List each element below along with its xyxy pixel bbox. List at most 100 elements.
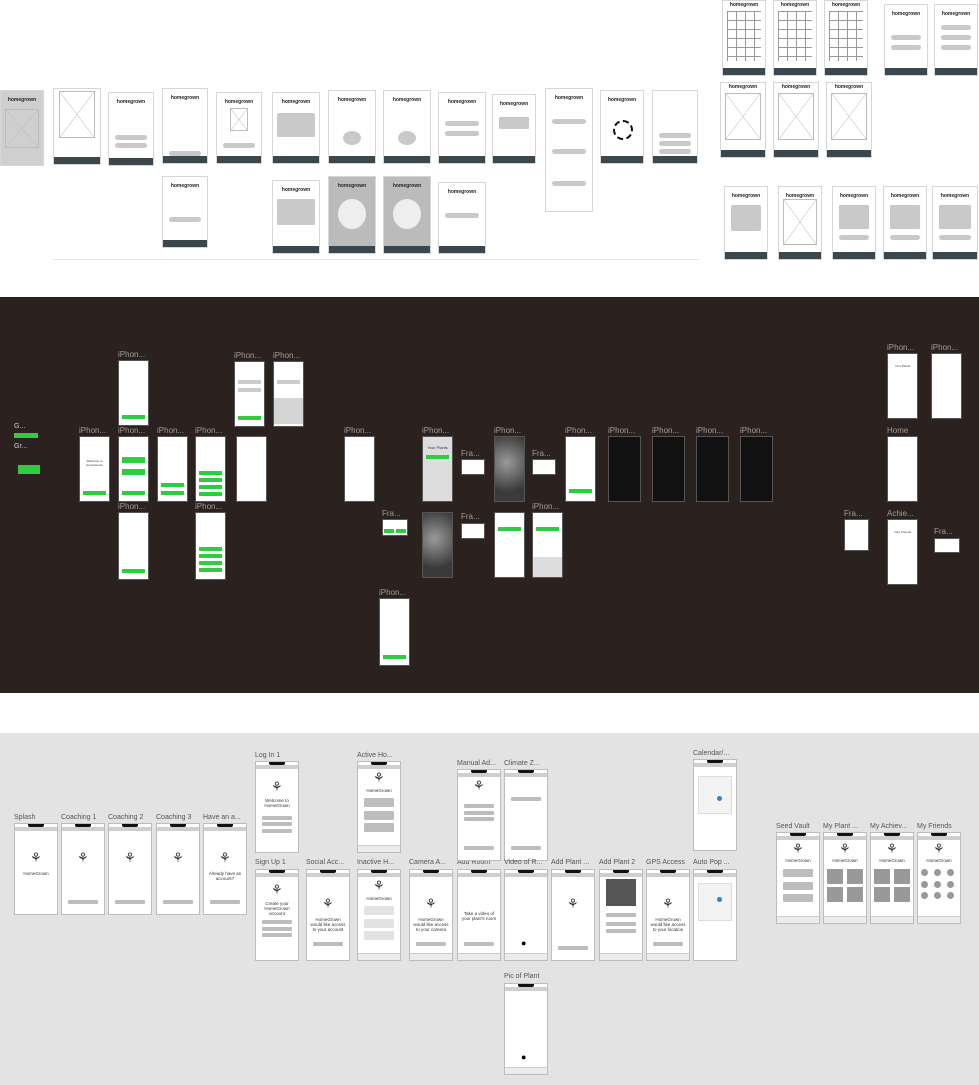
screen-auto-pop[interactable]: [693, 869, 737, 961]
iphone-frame[interactable]: [195, 436, 226, 502]
green-button[interactable]: [198, 485, 223, 489]
select-field[interactable]: [464, 810, 494, 815]
wireframe-lower-1[interactable]: homegrown: [724, 186, 768, 260]
wireframe-camera[interactable]: homegrown: [328, 176, 376, 254]
green-button[interactable]: [198, 568, 223, 572]
iphone-frame[interactable]: [118, 360, 149, 426]
iphone-frame[interactable]: Your Plants: [422, 436, 453, 502]
allow-button[interactable]: [653, 942, 683, 946]
green-button[interactable]: [198, 561, 223, 565]
wireframe-list-2[interactable]: homegrown: [438, 182, 486, 254]
wireframe-text-2[interactable]: homegrown: [272, 180, 320, 254]
wireframe-detail-1[interactable]: homegrown: [720, 82, 766, 158]
select-field[interactable]: [464, 804, 494, 809]
badge-tile[interactable]: [893, 887, 910, 903]
login-button[interactable]: [210, 900, 240, 904]
menu-button[interactable]: [364, 918, 394, 928]
iphone-frame[interactable]: [494, 436, 525, 502]
play-button[interactable]: [18, 465, 40, 474]
iphone-frame[interactable]: [157, 436, 188, 502]
allow-button[interactable]: [416, 942, 446, 946]
login-button[interactable]: [262, 828, 292, 833]
screen-calendar[interactable]: [693, 759, 737, 851]
friend-avatar[interactable]: [921, 892, 929, 900]
green-button[interactable]: [383, 529, 395, 533]
wireframe-grid-1[interactable]: homegrown: [722, 0, 766, 76]
green-button[interactable]: [198, 478, 223, 482]
screen-coaching-2[interactable]: ⚘: [108, 823, 152, 915]
component-label[interactable]: Gr...: [14, 443, 27, 450]
green-button[interactable]: [568, 489, 593, 493]
screen-gps-access[interactable]: ⚘ HomeGrown would like access to your lo…: [646, 869, 690, 961]
menu-button[interactable]: [364, 931, 394, 941]
iphone-frame[interactable]: [118, 436, 149, 502]
iphone-frame[interactable]: [608, 436, 641, 502]
next-button[interactable]: [115, 900, 145, 904]
camera-icon[interactable]: ●: [521, 1052, 526, 1062]
iphone-frame[interactable]: [422, 512, 453, 578]
popup-frame[interactable]: [461, 523, 485, 539]
green-button[interactable]: [382, 655, 407, 659]
button[interactable]: [552, 181, 586, 186]
badge-tile[interactable]: [893, 869, 910, 885]
button[interactable]: [169, 217, 201, 222]
green-button[interactable]: [160, 483, 185, 487]
friend-avatar[interactable]: [934, 869, 942, 876]
button[interactable]: [445, 121, 479, 126]
select-field[interactable]: [464, 816, 494, 821]
next-button[interactable]: [68, 900, 98, 904]
button[interactable]: [940, 35, 972, 40]
green-button[interactable]: [497, 527, 522, 531]
green-button[interactable]: [535, 527, 560, 531]
tab-bar[interactable]: [871, 916, 913, 923]
calendar-grid[interactable]: [698, 776, 732, 815]
toggle-row[interactable]: [606, 922, 636, 927]
green-button[interactable]: [160, 491, 185, 495]
tab-bar[interactable]: [777, 916, 819, 923]
tab-bar[interactable]: [505, 1067, 547, 1074]
button[interactable]: [276, 380, 301, 384]
screen-manual-add[interactable]: ⚘: [457, 769, 501, 861]
plant-tile[interactable]: [846, 869, 863, 885]
tab-bar[interactable]: [505, 953, 547, 960]
wireframe-menu-2[interactable]: homegrown: [934, 4, 978, 76]
iphone-frame[interactable]: [344, 436, 375, 502]
wireframe-loading[interactable]: homegrown: [600, 90, 644, 164]
wireframe-grid-3[interactable]: homegrown: [824, 0, 868, 76]
iphone-frame[interactable]: [379, 598, 410, 666]
button[interactable]: [940, 45, 972, 50]
button[interactable]: [115, 143, 147, 148]
iphone-frame[interactable]: [273, 361, 304, 427]
button[interactable]: [889, 235, 921, 240]
green-button[interactable]: [198, 471, 223, 475]
wireframe-social[interactable]: homegrown: [216, 92, 262, 164]
select-field[interactable]: [511, 797, 541, 801]
popup-frame[interactable]: [934, 538, 960, 553]
add-button[interactable]: [464, 846, 494, 850]
iphone-frame[interactable]: [234, 361, 265, 427]
green-button[interactable]: [121, 415, 146, 419]
screen-add-room[interactable]: Take a video of your plant's room: [457, 869, 501, 961]
iphone-frame[interactable]: [494, 512, 525, 578]
menu-button[interactable]: [783, 869, 813, 877]
screen-have-account[interactable]: ⚘ Already have an account?: [203, 823, 247, 915]
green-button[interactable]: [121, 469, 146, 475]
green-button[interactable]: [121, 457, 146, 463]
green-button[interactable]: [198, 554, 223, 558]
button[interactable]: [445, 213, 479, 218]
iphone-frame[interactable]: [118, 512, 149, 580]
iphone-frame[interactable]: [565, 436, 596, 502]
button[interactable]: [659, 141, 691, 146]
plant-tile[interactable]: [827, 887, 844, 903]
allow-button[interactable]: [313, 942, 343, 946]
green-button[interactable]: [82, 491, 107, 495]
plant-tile[interactable]: [827, 869, 844, 885]
wireframe-keyboard[interactable]: homegrown: [492, 94, 536, 164]
button[interactable]: [223, 143, 255, 148]
plant-tile[interactable]: [846, 887, 863, 903]
screen-splash[interactable]: ⚘ HomeGrown: [14, 823, 58, 915]
menu-button[interactable]: [364, 798, 394, 807]
green-button[interactable]: [237, 416, 262, 420]
wireframe-lower-2[interactable]: homegrown: [778, 186, 822, 260]
tab-bar[interactable]: [358, 953, 400, 960]
